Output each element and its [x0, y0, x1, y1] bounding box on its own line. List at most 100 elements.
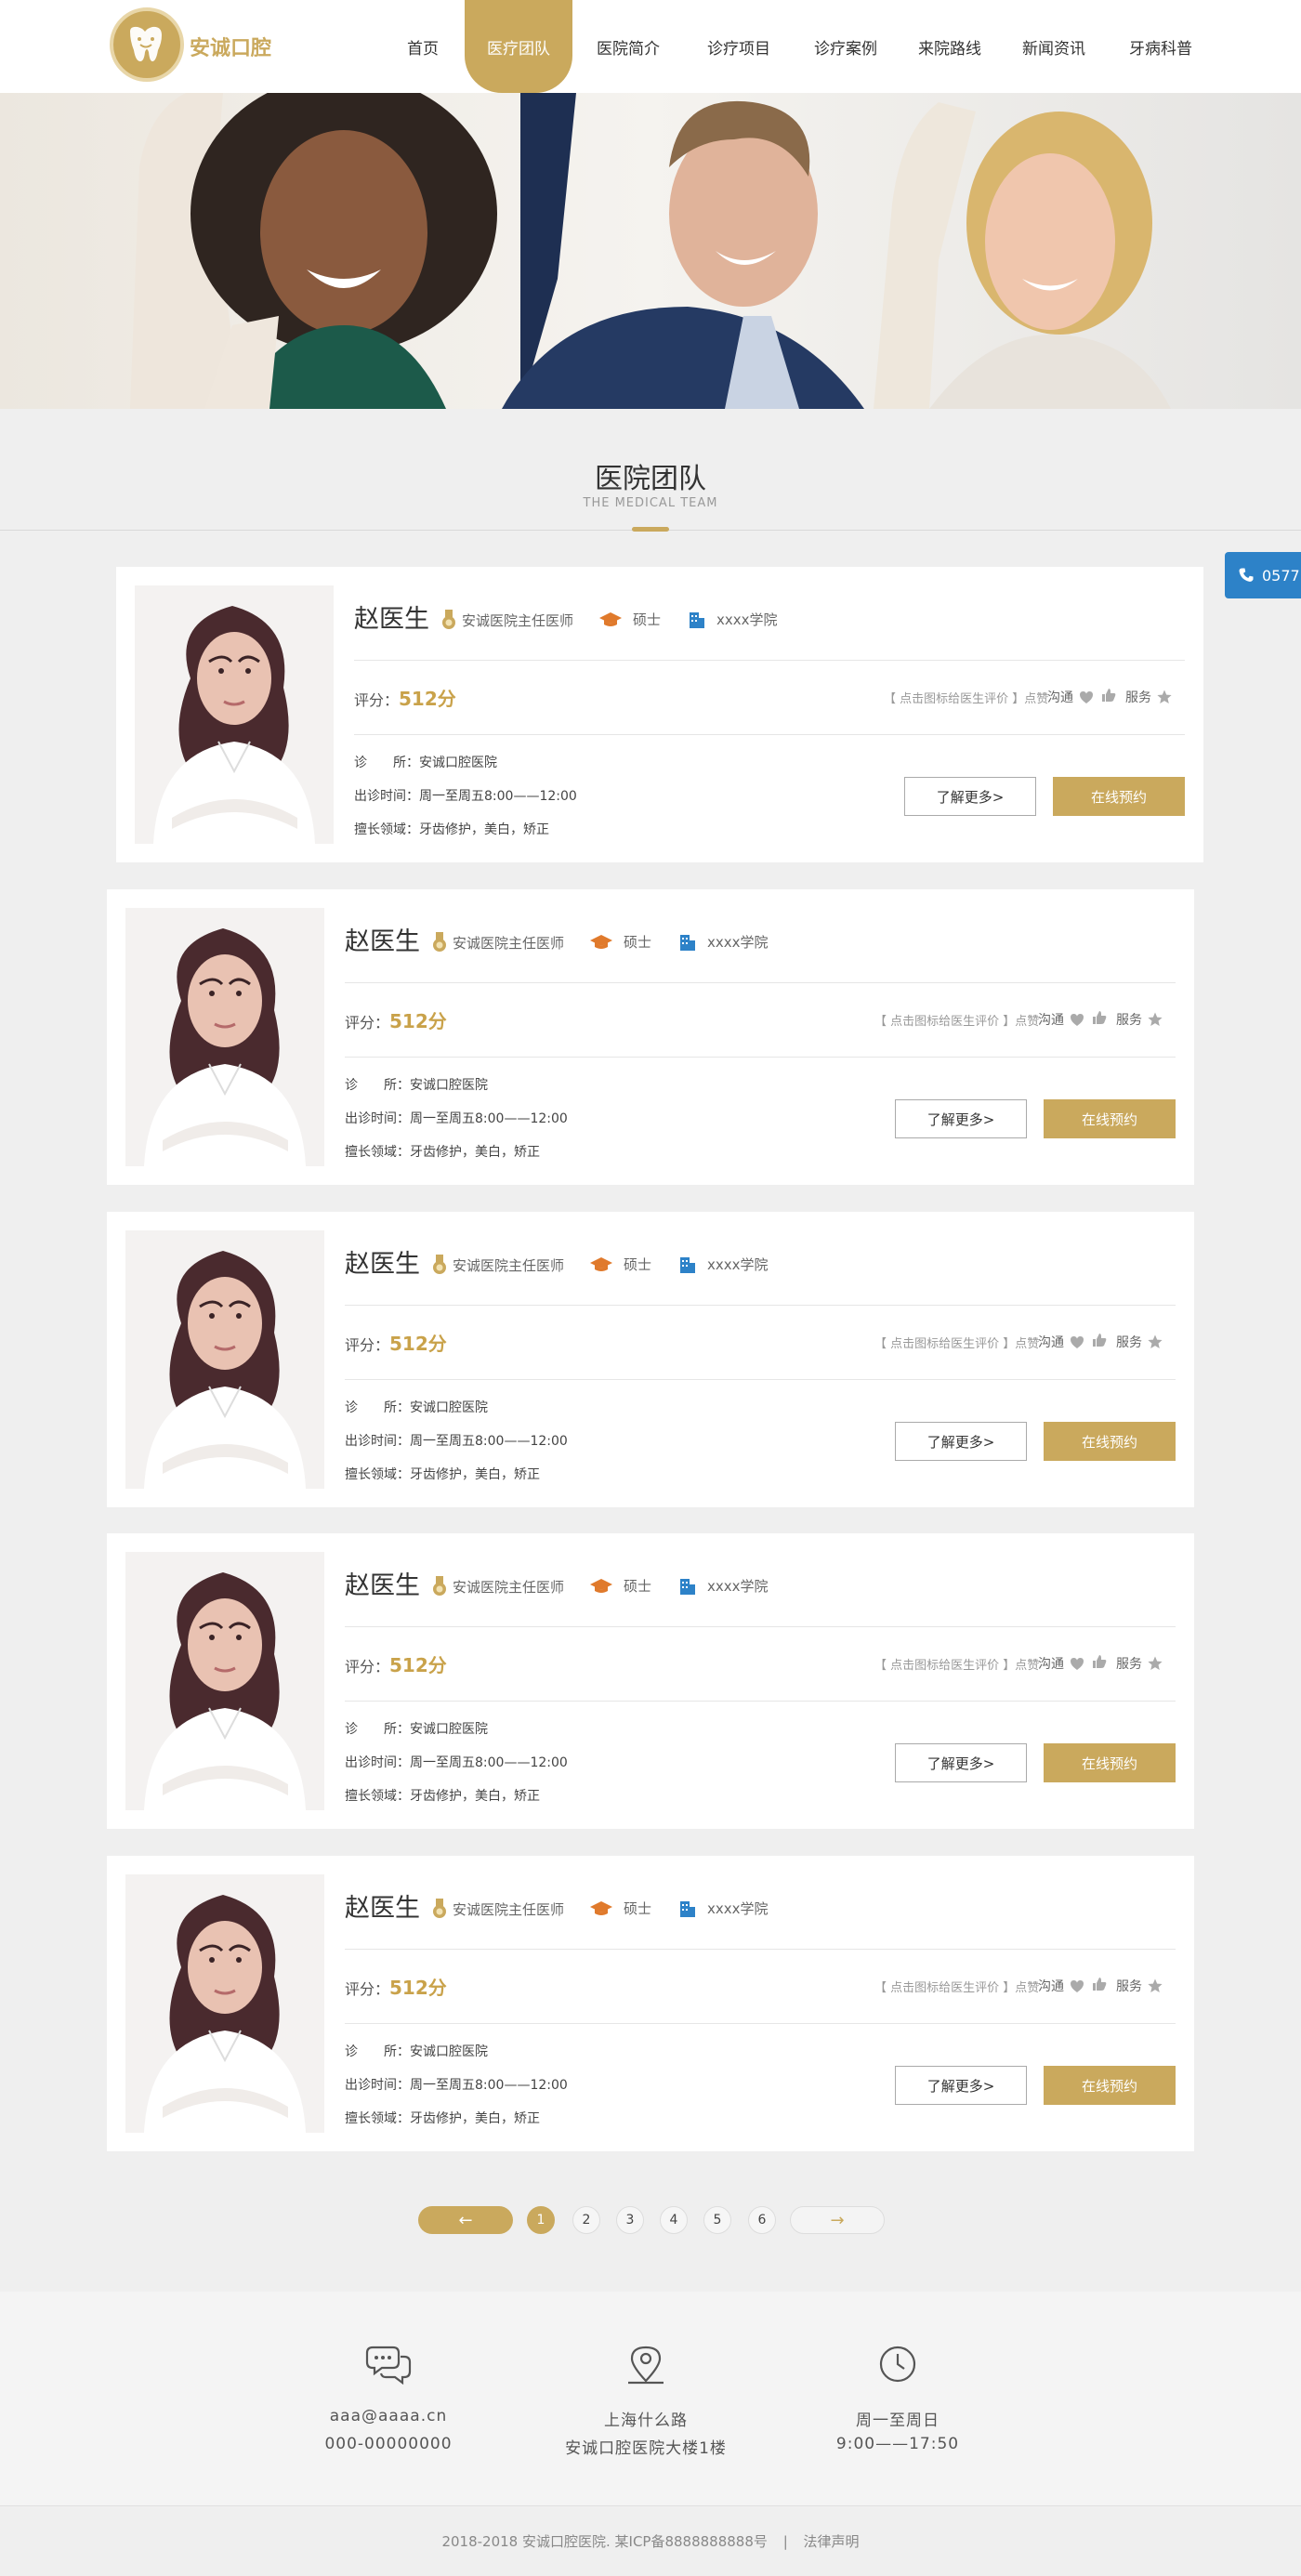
nav-item[interactable]: 牙病科普 [1106, 0, 1216, 93]
nav-item[interactable]: 新闻资讯 [1002, 0, 1106, 93]
star-icon[interactable] [1148, 1334, 1163, 1349]
doctor-title: 安诚医院主任医师 [432, 1576, 564, 1597]
thumbs-up-icon[interactable] [1092, 1333, 1107, 1347]
heart-icon[interactable] [1070, 1979, 1084, 1993]
service-action[interactable]: 服务 [1116, 1010, 1163, 1029]
site-footer: aaa@aaaa.cn 000-00000000 上海什么路 安诚口腔医院大楼1… [0, 2292, 1301, 2505]
page-number-button[interactable]: 1 [527, 2206, 555, 2234]
medal-icon [433, 1255, 446, 1274]
star-icon[interactable] [1148, 1012, 1163, 1027]
thumbs-up-icon[interactable] [1092, 1977, 1107, 1991]
logo-text[interactable]: 安诚口腔 [190, 32, 271, 61]
rating-hint-text: 【 点击图标给医生评价 】点赞 [874, 1015, 1040, 1029]
logo[interactable] [110, 7, 184, 82]
doctor-degree: 硕士 [590, 932, 651, 952]
doctor-card: 赵医生 安诚医院主任医师 硕士 xxxx学院 评分： 512分 【 点击图标给医… [107, 1856, 1194, 2151]
card-divider [345, 1057, 1176, 1058]
communicate-action[interactable]: 沟通 [1038, 1654, 1084, 1673]
doctor-name[interactable]: 赵医生 [345, 1887, 420, 1924]
nav-item[interactable]: 诊疗项目 [684, 0, 794, 93]
doctor-title-text: 安诚医院主任医师 [453, 934, 565, 952]
doctor-photo-frame[interactable] [125, 1874, 324, 2133]
score-value: 512分 [389, 1654, 447, 1676]
phone-float-tab[interactable]: 0577 [1225, 552, 1301, 598]
page-number-button[interactable]: 3 [616, 2206, 644, 2234]
book-online-button[interactable]: 在线预约 [1044, 2066, 1176, 2105]
star-icon[interactable] [1148, 1978, 1163, 1993]
graduation-cap-icon [590, 1256, 612, 1271]
service-label: 服务 [1116, 1335, 1142, 1350]
page-number-button[interactable]: 4 [660, 2206, 688, 2234]
learn-more-button[interactable]: 了解更多> [904, 777, 1036, 816]
heart-icon[interactable] [1079, 690, 1094, 704]
rating-hint-text: 【 点击图标给医生评价 】点赞 [884, 692, 1049, 706]
doctor-name[interactable]: 赵医生 [345, 921, 420, 957]
nav-item[interactable]: 来院路线 [898, 0, 1002, 93]
heart-icon[interactable] [1070, 1657, 1084, 1671]
prev-page-button[interactable]: ← [418, 2206, 513, 2234]
learn-more-button[interactable]: 了解更多> [895, 1099, 1027, 1138]
service-action[interactable]: 服务 [1116, 1333, 1163, 1351]
like-action[interactable] [1086, 1010, 1107, 1025]
banner-image [0, 93, 1301, 409]
communicate-label: 沟通 [1038, 1657, 1064, 1672]
clinic-info: 诊 所：安诚口腔医院 [345, 1078, 488, 1093]
hours-info: 出诊时间：周一至周五8:00——12:00 [345, 1111, 568, 1126]
service-action[interactable]: 服务 [1125, 688, 1172, 706]
nav-item[interactable]: 首页 [381, 0, 465, 93]
book-online-button[interactable]: 在线预约 [1044, 1422, 1176, 1461]
communicate-label: 沟通 [1038, 1013, 1064, 1028]
service-action[interactable]: 服务 [1116, 1977, 1163, 1995]
page-number-button[interactable]: 2 [572, 2206, 600, 2234]
copyright-text: 2018-2018 安诚口腔医院. 某ICP备8888888888号 [441, 2533, 768, 2550]
learn-more-button[interactable]: 了解更多> [895, 1743, 1027, 1782]
score-label: 评分： [345, 1658, 390, 1676]
book-online-button[interactable]: 在线预约 [1044, 1743, 1176, 1782]
nav-item[interactable]: 医院简介 [572, 0, 684, 93]
communicate-action[interactable]: 沟通 [1038, 1333, 1084, 1351]
doctor-name[interactable]: 赵医生 [354, 598, 429, 635]
heart-icon[interactable] [1070, 1013, 1084, 1027]
doctor-photo-frame[interactable] [125, 1230, 324, 1489]
legal-link[interactable]: 法律声明 [804, 2533, 860, 2550]
book-online-button[interactable]: 在线预约 [1044, 1099, 1176, 1138]
communicate-action[interactable]: 沟通 [1047, 688, 1094, 706]
card-divider [345, 1701, 1176, 1702]
doctor-school: xxxx学院 [679, 1576, 769, 1596]
doctor-photo-frame[interactable] [135, 585, 334, 844]
like-action[interactable] [1096, 688, 1116, 703]
communicate-action[interactable]: 沟通 [1038, 1977, 1084, 1995]
communicate-action[interactable]: 沟通 [1038, 1010, 1084, 1029]
doctor-photo-frame[interactable] [125, 908, 324, 1166]
thumbs-up-icon[interactable] [1101, 688, 1116, 703]
learn-more-button[interactable]: 了解更多> [895, 1422, 1027, 1461]
service-label: 服务 [1116, 1657, 1142, 1672]
star-icon[interactable] [1157, 690, 1172, 704]
heart-icon[interactable] [1070, 1335, 1084, 1349]
doctor-school: xxxx学院 [689, 610, 778, 629]
doctor-photo [125, 1874, 324, 2133]
next-page-button[interactable]: → [790, 2206, 885, 2234]
page-number-button[interactable]: 5 [703, 2206, 731, 2234]
learn-more-button[interactable]: 了解更多> [895, 2066, 1027, 2105]
nav-item[interactable]: 诊疗案例 [794, 0, 898, 93]
hours-info: 出诊时间：周一至周五8:00——12:00 [354, 789, 577, 804]
star-icon[interactable] [1148, 1656, 1163, 1671]
book-online-button[interactable]: 在线预约 [1053, 777, 1185, 816]
page-number-button[interactable]: 6 [748, 2206, 776, 2234]
doctor-degree-text: 硕士 [624, 934, 652, 951]
doctor-name[interactable]: 赵医生 [345, 1243, 420, 1280]
medal-icon [433, 1899, 446, 1918]
doctor-school-text: xxxx学院 [716, 611, 778, 628]
thumbs-up-icon[interactable] [1092, 1654, 1107, 1669]
service-action[interactable]: 服务 [1116, 1654, 1163, 1673]
like-action[interactable] [1086, 1654, 1107, 1669]
score-label: 评分： [354, 691, 400, 709]
like-action[interactable] [1086, 1977, 1107, 1991]
doctor-name[interactable]: 赵医生 [345, 1565, 420, 1601]
doctor-photo-frame[interactable] [125, 1552, 324, 1810]
nav-item[interactable]: 医疗团队 [465, 0, 572, 93]
service-label: 服务 [1116, 1013, 1142, 1028]
like-action[interactable] [1086, 1333, 1107, 1347]
thumbs-up-icon[interactable] [1092, 1010, 1107, 1025]
